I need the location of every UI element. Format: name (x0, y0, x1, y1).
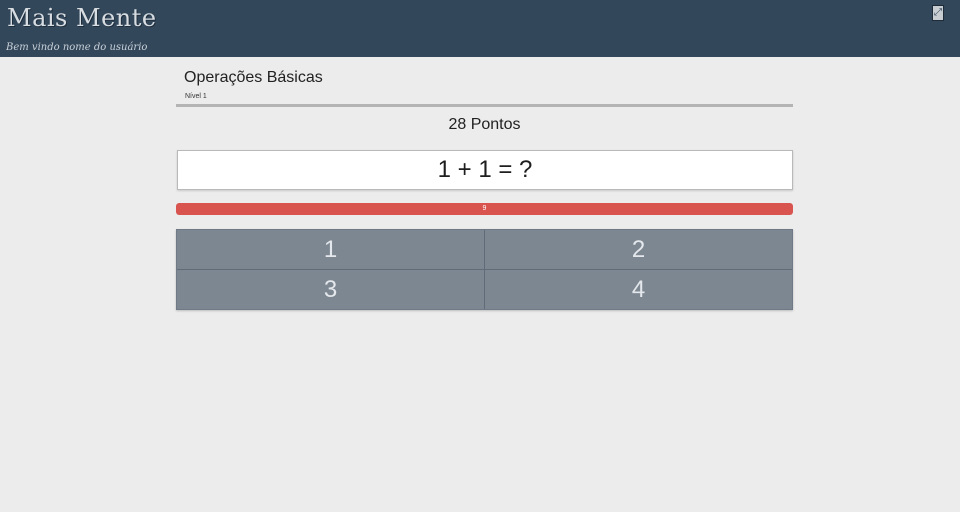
answer-grid: 1 2 3 4 (176, 229, 793, 310)
top-bar: Mais Mente Bem vindo nome do usuário ⤢ (0, 0, 960, 57)
answer-button-4[interactable]: 4 (485, 270, 792, 309)
expand-icon[interactable]: ⤢ (932, 5, 944, 21)
answer-button-1[interactable]: 1 (177, 230, 484, 269)
score-display: 28 Pontos (448, 116, 521, 133)
question-box: 1 + 1 = ? (177, 150, 793, 190)
game-header: Operações Básicas Nível 1 (176, 67, 793, 107)
timer-bar: 9 (176, 203, 793, 215)
timer-label: 9 (482, 205, 487, 212)
answer-button-3[interactable]: 3 (177, 270, 484, 309)
app-logo-title: Mais Mente (7, 4, 157, 32)
level-label: Nível 1 (185, 93, 207, 100)
game-title: Operações Básicas (184, 69, 323, 86)
welcome-message: Bem vindo nome do usuário (6, 42, 148, 53)
answer-button-2[interactable]: 2 (485, 230, 792, 269)
